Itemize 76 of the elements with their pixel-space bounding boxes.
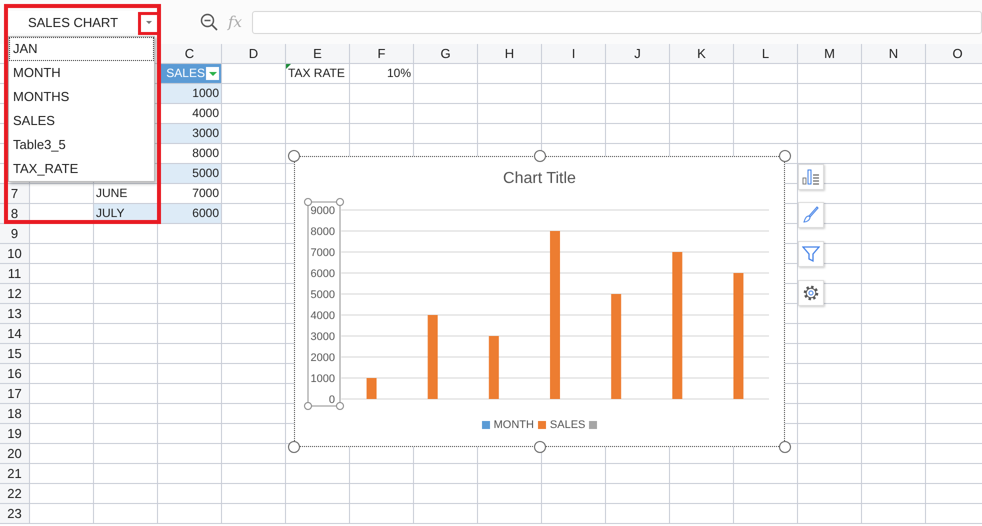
filter-button[interactable] [798,241,824,267]
table-cell: TAX RATE [286,64,350,84]
resize-handle[interactable] [288,441,300,453]
filter-button[interactable] [206,67,219,80]
axis-tick-label: 2000 [310,352,335,364]
row-header[interactable]: 15 [0,344,30,364]
gear-icon [802,284,820,302]
list-item[interactable]: SALES [9,109,154,133]
row-header[interactable]: 21 [0,464,30,484]
name-box[interactable]: SALES CHART [8,11,160,33]
axis-tick-label: 5000 [310,289,335,301]
list-item[interactable]: Table3_5 [9,133,154,157]
chart-elements-button[interactable] [798,164,824,190]
table-cell: 5000 [158,164,222,184]
row-header[interactable]: 9 [0,224,30,244]
resize-handle[interactable] [779,441,791,453]
axis-tick-label: 8000 [310,226,335,238]
row-header[interactable]: 20 [0,444,30,464]
axis-tick-label: 4000 [310,310,335,322]
resize-handle[interactable] [288,150,300,162]
chart-area[interactable]: Chart Title 0 1000 2000 3000 4000 5000 6000 7000 8000 9000 MONTH SALES [294,156,785,447]
list-item[interactable]: TAX_RATE [9,157,154,181]
formula-field[interactable] [252,10,982,34]
bar-chart-icon [802,168,820,186]
row-header[interactable]: 14 [0,324,30,344]
table-cell: 10% [350,64,414,84]
axis-tick-label: 6000 [310,268,335,280]
resize-handle[interactable] [534,150,546,162]
column-header[interactable]: M [798,44,862,64]
column-header[interactable]: I [542,44,606,64]
list-item[interactable]: MONTHS [9,85,154,109]
axis-tick-label: 1000 [310,373,335,385]
column-header[interactable]: E [286,44,350,64]
axis-tick-label: 9000 [310,205,335,217]
row-header[interactable]: 22 [0,484,30,504]
axis-tick-label: 7000 [310,247,335,259]
table-cell: 6000 [158,204,222,224]
row-header[interactable]: 23 [0,504,30,524]
column-header[interactable]: F [350,44,414,64]
column-header[interactable]: L [734,44,798,64]
row-header[interactable]: 18 [0,404,30,424]
bar [488,336,499,399]
chart-title: Chart Title [503,170,576,188]
column-header[interactable]: C [158,44,222,64]
legend-label: SALES [550,419,586,431]
resize-handle[interactable] [779,150,791,162]
legend-label: MONTH [494,419,534,431]
bar [366,378,377,399]
table-header-cell: SALES [158,64,222,84]
column-header[interactable]: H [478,44,542,64]
table-cell: 3000 [158,124,222,144]
brush-button[interactable] [798,202,824,228]
row-header[interactable]: 19 [0,424,30,444]
comment-indicator-icon [286,64,291,69]
axis-tick-label: 3000 [310,331,335,343]
row-header[interactable]: 11 [0,264,30,284]
brush-icon [802,206,820,224]
column-header[interactable]: D [222,44,286,64]
table-cell: 1000 [158,84,222,104]
axis-tick-label: 0 [328,394,335,406]
row-header[interactable]: 12 [0,284,30,304]
zoom-out-icon[interactable] [200,13,218,31]
row-header[interactable]: 17 [0,384,30,404]
column-header[interactable]: G [414,44,478,64]
settings-button[interactable] [798,280,824,306]
column-header[interactable]: O [926,44,982,64]
row-header[interactable]: 16 [0,364,30,384]
column-header[interactable]: K [670,44,734,64]
axis-selection-frame[interactable] [304,198,344,410]
column-header[interactable]: N [862,44,926,64]
list-item[interactable]: MONTH [9,61,154,85]
row-header[interactable]: 10 [0,244,30,264]
column-header[interactable]: J [606,44,670,64]
list-item[interactable]: JAN [9,37,154,61]
row-header[interactable]: 13 [0,304,30,324]
funnel-icon [802,245,820,263]
